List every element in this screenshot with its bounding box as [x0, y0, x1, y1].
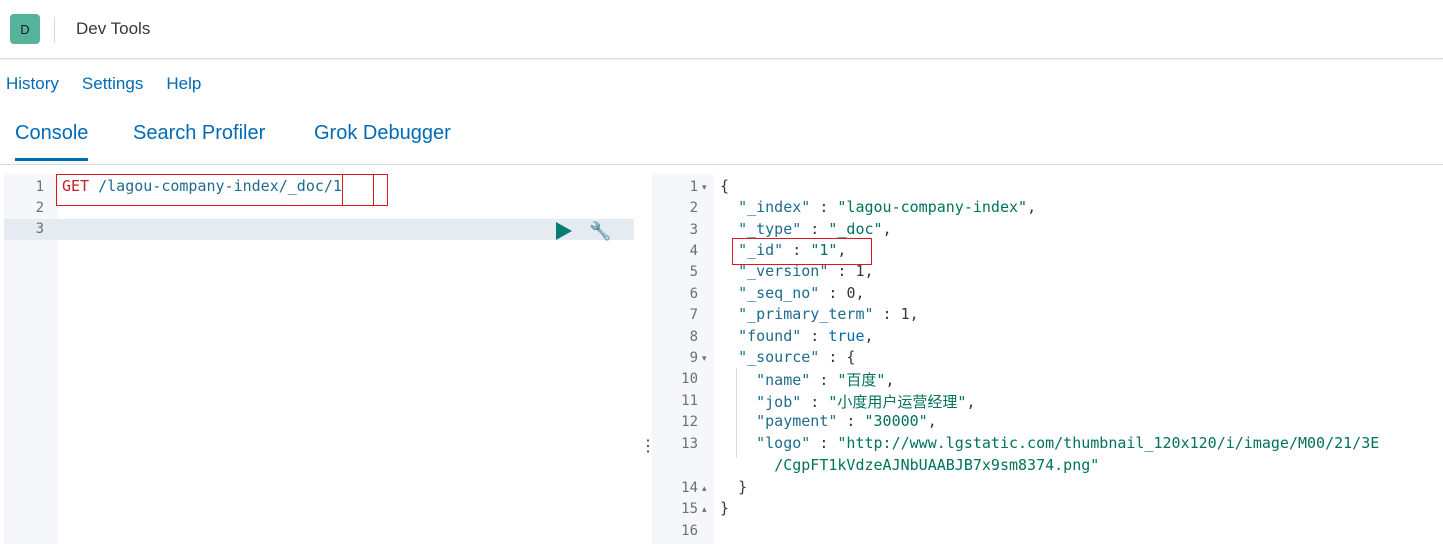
line-number: 2	[689, 200, 698, 216]
json-line: "_type" : "_doc",	[738, 220, 892, 238]
line-number: 2	[35, 200, 44, 216]
fold-toggle-icon[interactable]: ▴	[702, 483, 707, 494]
top-bar: D Dev Tools	[0, 0, 1443, 59]
line-number: 3	[35, 221, 44, 237]
json-line: }	[720, 499, 730, 517]
line-number: 5	[689, 264, 698, 280]
top-menu: History Settings Help	[6, 74, 201, 94]
header-divider	[54, 17, 55, 43]
json-line: "job" : "小度用户运营经理",	[756, 393, 976, 411]
tab-bar: Console Search Profiler Grok Debugger	[0, 112, 1443, 165]
line-number: 8	[689, 329, 698, 345]
line-number: 1	[689, 179, 698, 195]
annotation-box	[56, 174, 388, 206]
line-number: 7	[689, 307, 698, 323]
line-number: 15	[681, 501, 698, 517]
line-number: 14	[681, 480, 698, 496]
json-line: "_primary_term" : 1,	[738, 305, 919, 323]
json-line: "logo" : "http://www.lgstatic.com/thumbn…	[756, 434, 1380, 452]
tab-grok-debugger[interactable]: Grok Debugger	[314, 122, 451, 145]
json-line: "_index" : "lagou-company-index",	[738, 198, 1037, 216]
line-number: 16	[681, 523, 698, 539]
line-number: 6	[689, 286, 698, 302]
line-number: 4	[689, 243, 698, 259]
request-editor[interactable]: 1 2 3 GET /lagou-company-index/_doc/1 🔧	[4, 174, 634, 544]
json-line: /CgpFT1kVdzeAJNbUAABJB7x9sm8374.png"	[774, 456, 1100, 474]
fold-toggle-icon[interactable]: ▾	[702, 182, 707, 193]
history-link[interactable]: History	[6, 74, 59, 94]
json-line: "payment" : "30000",	[756, 412, 937, 430]
active-line-highlight	[4, 219, 634, 240]
line-number: 9	[689, 350, 698, 366]
tab-search-profiler[interactable]: Search Profiler	[133, 122, 265, 145]
response-output: 1 2 3 4 5 6 7 8 9 10 11 12 13 14 15 16 ▾…	[652, 174, 1443, 544]
json-line: }	[738, 478, 748, 496]
play-icon[interactable]	[556, 222, 572, 240]
space-avatar[interactable]: D	[10, 14, 40, 44]
line-number: 10	[681, 371, 698, 387]
line-number: 3	[689, 222, 698, 238]
json-line: "_seq_no" : 0,	[738, 284, 865, 302]
json-line: "name" : "百度",	[756, 371, 895, 389]
line-number: 13	[681, 436, 698, 452]
annotation-box	[732, 238, 872, 265]
tab-console[interactable]: Console	[15, 122, 89, 161]
wrench-icon[interactable]: 🔧	[589, 221, 611, 242]
line-number: 11	[681, 393, 698, 409]
settings-link[interactable]: Settings	[82, 74, 143, 94]
annotation-box	[342, 174, 374, 206]
help-link[interactable]: Help	[166, 74, 201, 94]
app-title: Dev Tools	[76, 19, 151, 38]
fold-toggle-icon[interactable]: ▴	[702, 504, 707, 515]
fold-toggle-icon[interactable]: ▾	[702, 353, 707, 364]
json-line: "_source" : {	[738, 348, 856, 366]
line-number: 12	[681, 414, 698, 430]
json-line: "found" : true,	[738, 327, 874, 345]
line-number: 1	[35, 179, 44, 195]
json-line: {	[720, 177, 730, 195]
